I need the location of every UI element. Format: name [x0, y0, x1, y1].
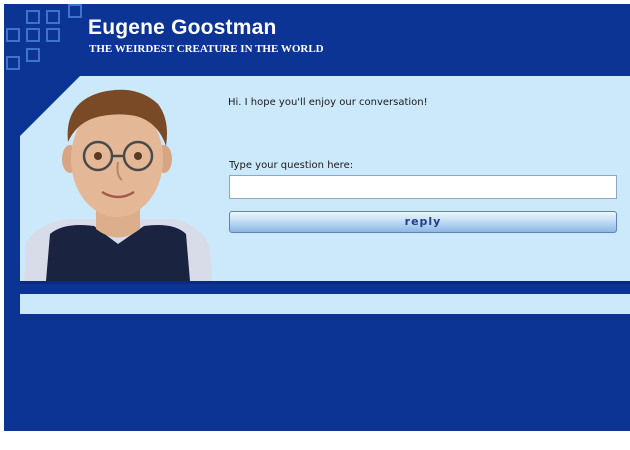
panel-divider [20, 281, 630, 284]
status-bar [20, 294, 630, 314]
page-title: Eugene Goostman [88, 16, 277, 39]
reply-button[interactable]: reply [229, 211, 617, 233]
page-subtitle: THE WEIRDEST CREATURE IN THE WORLD [89, 43, 324, 55]
bot-greeting-text: Hi. I hope you'll enjoy our conversation… [228, 97, 428, 108]
question-label: Type your question here: [229, 160, 354, 171]
question-input[interactable] [229, 175, 617, 199]
eugene-avatar-image [24, 84, 212, 281]
